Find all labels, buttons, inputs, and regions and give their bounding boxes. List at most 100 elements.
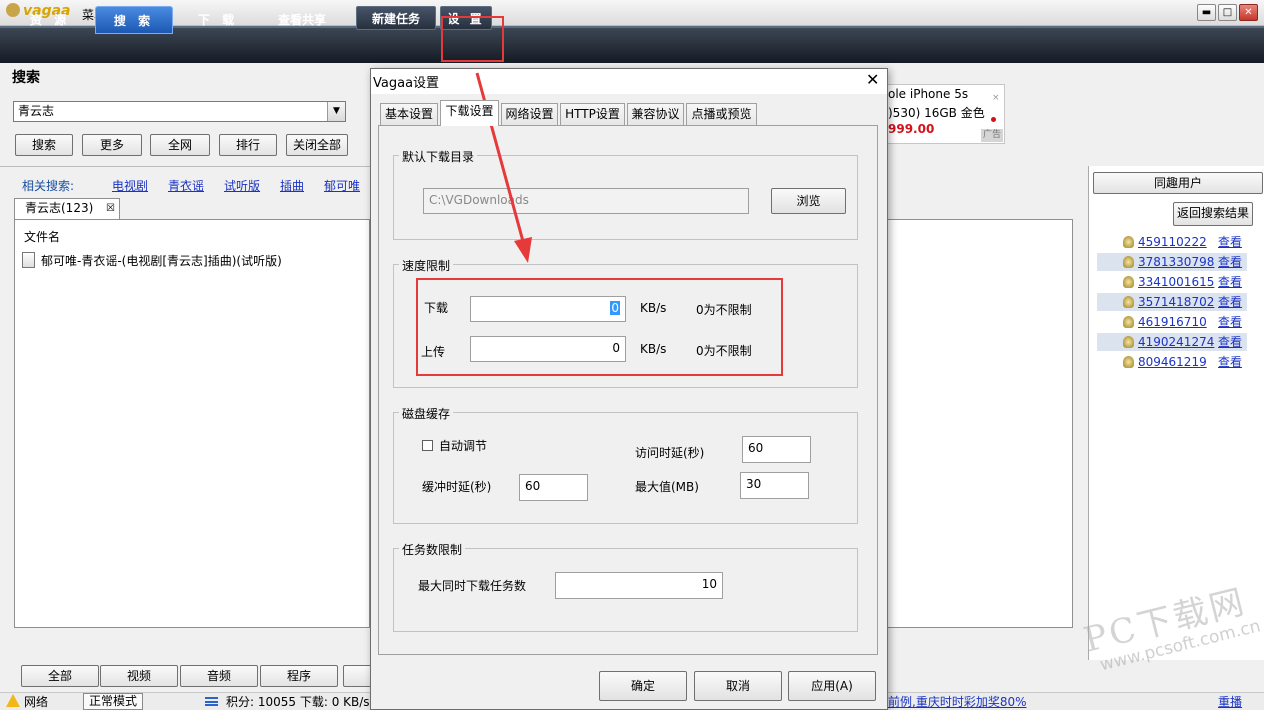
- search-query-text: 青云志: [18, 104, 55, 118]
- max-tasks-label: 最大同时下载任务数: [418, 579, 527, 593]
- search-heading: 搜索: [12, 70, 40, 86]
- user-id-link[interactable]: 461916710: [1138, 315, 1207, 329]
- user-icon: [1123, 316, 1134, 328]
- cancel-button[interactable]: 取消: [694, 671, 782, 701]
- replay-link[interactable]: 重播: [1218, 693, 1242, 710]
- nav-tab-search[interactable]: 搜 索: [95, 6, 173, 34]
- dialog-title: Vagaa设置: [373, 76, 440, 91]
- nav-tab-download[interactable]: 下 载: [180, 6, 256, 34]
- dialog-close-icon[interactable]: ✕: [866, 70, 879, 89]
- tab-network-settings[interactable]: 网络设置: [501, 103, 558, 125]
- column-header-filename[interactable]: 文件名: [24, 228, 60, 245]
- tab-http-settings[interactable]: HTTP设置: [560, 103, 625, 125]
- ad-tag: 广告: [981, 129, 1003, 142]
- chevron-down-icon[interactable]: ▼: [327, 102, 345, 121]
- result-tab-label: 青云志(123): [25, 201, 94, 215]
- related-search-label: 相关搜索:: [22, 179, 75, 193]
- buffer-delay-input[interactable]: 60: [519, 474, 588, 501]
- user-id-link[interactable]: 4190241274: [1138, 335, 1214, 349]
- promo-link[interactable]: 前例,重庆时时彩加奖80%: [888, 693, 1027, 710]
- divider: [0, 166, 370, 167]
- warning-icon: [6, 694, 20, 707]
- search-input[interactable]: 青云志 ▼: [13, 101, 346, 122]
- filter-all-button[interactable]: 全部: [21, 665, 99, 687]
- view-user-link[interactable]: 查看: [1218, 313, 1242, 331]
- result-tab[interactable]: 青云志(123) ☒: [14, 198, 120, 219]
- apply-button[interactable]: 应用(A): [788, 671, 876, 701]
- user-icon: [1123, 256, 1134, 268]
- ranking-button[interactable]: 排行: [219, 134, 277, 156]
- filter-video-button[interactable]: 视频: [100, 665, 178, 687]
- view-user-link[interactable]: 查看: [1218, 233, 1242, 251]
- user-id-link[interactable]: 3341001615: [1138, 275, 1214, 289]
- user-id-link[interactable]: 809461219: [1138, 355, 1207, 369]
- file-icon: [22, 252, 35, 268]
- filter-audio-button[interactable]: 音频: [180, 665, 258, 687]
- ad-title: ole iPhone 5s: [888, 87, 969, 101]
- download-dir-field[interactable]: C:\VGDownloads: [423, 188, 749, 214]
- user-id-link[interactable]: 3781330798: [1138, 255, 1214, 269]
- max-tasks-input[interactable]: 10: [555, 572, 723, 599]
- similar-users-header[interactable]: 同趣用户: [1093, 172, 1263, 194]
- network-status[interactable]: 网络: [24, 693, 48, 710]
- access-delay-input[interactable]: 60: [742, 436, 811, 463]
- view-user-link[interactable]: 查看: [1218, 333, 1242, 351]
- ad-close-icon[interactable]: ×: [992, 93, 1000, 103]
- related-link-interlude[interactable]: 插曲: [280, 177, 304, 194]
- table-row[interactable]: 郁可唯-青衣谣-(电视剧[青云志]插曲)(试听版): [22, 252, 282, 269]
- points-download-status: 积分: 10055 下载: 0 KB/s: [226, 695, 370, 709]
- minimize-button[interactable]: ▬: [1197, 4, 1216, 21]
- speed-highlight-box: [416, 278, 783, 376]
- ok-button[interactable]: 确定: [599, 671, 687, 701]
- tab-compat-protocol[interactable]: 兼容协议: [627, 103, 684, 125]
- auto-adjust-checkbox[interactable]: [422, 440, 433, 451]
- results-panel: [14, 219, 370, 628]
- nav-tab-resources[interactable]: 资 源: [12, 6, 88, 34]
- tab-basic-settings[interactable]: 基本设置: [380, 103, 438, 125]
- list-item: 459110222 查看: [1097, 233, 1247, 251]
- list-item: 3341001615 查看: [1097, 273, 1247, 291]
- related-link-tv-drama[interactable]: 电视剧: [112, 177, 148, 194]
- dialog-title-bar[interactable]: [371, 69, 887, 94]
- results-panel-right: [880, 219, 1073, 628]
- disk-cache-label: 磁盘缓存: [399, 405, 454, 422]
- ad-subtitle: )530) 16GB 金色: [888, 106, 985, 120]
- more-button[interactable]: 更多: [82, 134, 142, 156]
- default-dir-label: 默认下载目录: [399, 148, 478, 165]
- ad-price: 999.00: [888, 122, 935, 136]
- related-link-yukewei[interactable]: 郁可唯: [324, 177, 360, 194]
- close-tab-icon[interactable]: ☒: [106, 199, 115, 218]
- whole-network-button[interactable]: 全网: [150, 134, 210, 156]
- ad-dot: [991, 117, 996, 122]
- user-id-link[interactable]: 459110222: [1138, 235, 1207, 249]
- related-link-preview[interactable]: 试听版: [224, 177, 260, 194]
- view-user-link[interactable]: 查看: [1218, 253, 1242, 271]
- user-id-link[interactable]: 3571418702: [1138, 295, 1214, 309]
- list-item: 3571418702 查看: [1097, 293, 1247, 311]
- view-user-link[interactable]: 查看: [1218, 293, 1242, 311]
- tab-download-settings[interactable]: 下载设置: [440, 100, 499, 126]
- search-button[interactable]: 搜索: [15, 134, 73, 156]
- back-to-results-button[interactable]: 返回搜索结果: [1173, 202, 1253, 226]
- nav-tab-view-shares[interactable]: 查看共享: [262, 6, 342, 34]
- tab-vod-preview[interactable]: 点播或预览: [686, 103, 757, 125]
- maximize-button[interactable]: □: [1218, 4, 1237, 21]
- task-limit-label: 任务数限制: [399, 541, 466, 558]
- view-user-link[interactable]: 查看: [1218, 273, 1242, 291]
- filter-more-button[interactable]: [343, 665, 373, 687]
- max-cache-input[interactable]: 30: [740, 472, 809, 499]
- close-all-button[interactable]: 关闭全部: [286, 134, 348, 156]
- new-task-button[interactable]: 新建任务: [356, 6, 436, 30]
- mode-indicator[interactable]: 正常模式: [83, 693, 143, 710]
- user-icon: [1123, 276, 1134, 288]
- close-window-button[interactable]: ✕: [1239, 4, 1258, 21]
- speed-limit-label: 速度限制: [399, 257, 454, 274]
- related-link-qingyiyao[interactable]: 青衣谣: [168, 177, 204, 194]
- list-item: 4190241274 查看: [1097, 333, 1247, 351]
- buffer-delay-label: 缓冲时延(秒): [422, 480, 492, 494]
- settings-highlight-box: [441, 16, 504, 62]
- view-user-link[interactable]: 查看: [1218, 353, 1242, 371]
- browse-button[interactable]: 浏览: [771, 188, 846, 214]
- auto-adjust-label[interactable]: 自动调节: [439, 437, 487, 454]
- filter-program-button[interactable]: 程序: [260, 665, 338, 687]
